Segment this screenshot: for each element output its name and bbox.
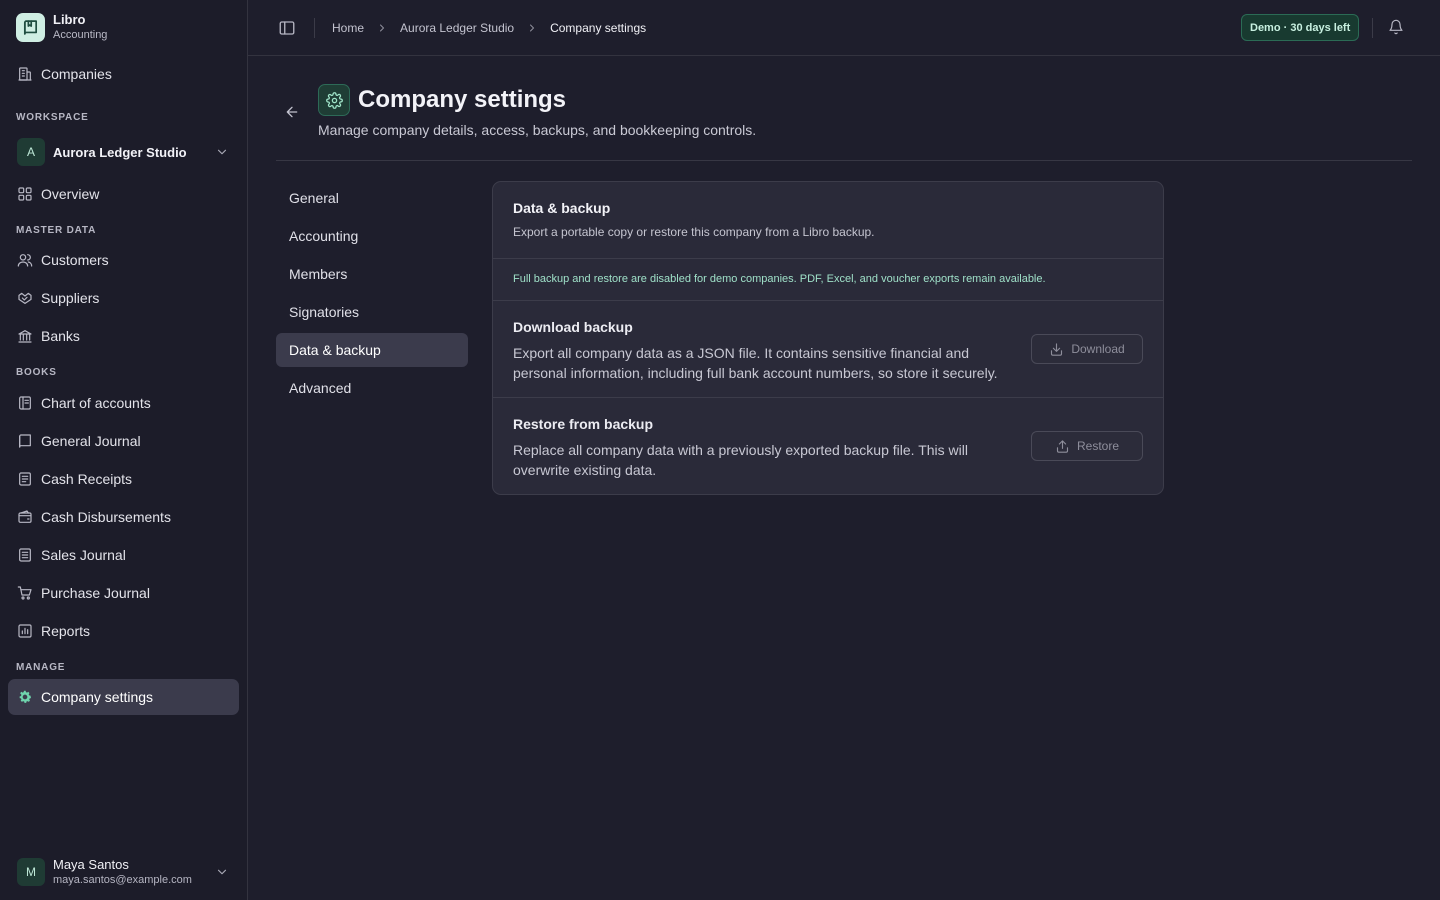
restore-button[interactable]: Restore (1031, 431, 1143, 461)
card-description: Export a portable copy or restore this c… (513, 225, 875, 239)
workspace-avatar: A (17, 138, 45, 166)
restore-backup-row: Restore from backup Replace all company … (493, 398, 1163, 494)
restore-backup-title: Restore from backup (513, 416, 654, 432)
gear-icon (17, 689, 33, 705)
card-title: Data & backup (513, 200, 611, 216)
demo-notice-text: Full backup and restore are disabled for… (513, 273, 1046, 285)
settings-tab-signatories[interactable]: Signatories (276, 295, 468, 329)
data-backup-card: Data & backup Export a portable copy or … (492, 181, 1164, 495)
settings-tab-advanced[interactable]: Advanced (276, 371, 468, 405)
page-subtitle: Manage company details, access, backups,… (318, 122, 757, 138)
sidebar-item-chart-of-accounts[interactable]: Chart of accounts (8, 385, 239, 421)
users-icon (17, 252, 33, 268)
sidebar-item-sales-journal[interactable]: Sales Journal (8, 537, 239, 573)
grid-icon (17, 186, 33, 202)
divider (1372, 18, 1373, 38)
sidebar-item-banks[interactable]: Banks (8, 318, 239, 354)
page-title: Company settings (358, 86, 567, 113)
bell-icon[interactable] (1388, 19, 1404, 35)
handshake-icon (17, 290, 33, 306)
building-icon (17, 66, 33, 82)
wallet-icon (17, 509, 33, 525)
upload-icon (1055, 439, 1070, 454)
download-backup-title: Download backup (513, 319, 633, 335)
section-label-master-data: MASTER DATA (16, 225, 97, 236)
sidebar-item-label: Suppliers (41, 290, 100, 306)
top-bar: Home Aurora Ledger Studio Company settin… (248, 0, 1440, 56)
user-name: Maya Santos (53, 857, 129, 872)
breadcrumb-home[interactable]: Home (332, 21, 364, 35)
brand[interactable]: Libro Accounting (16, 12, 107, 42)
settings-tab-members[interactable]: Members (276, 257, 468, 291)
section-label-manage: MANAGE (16, 662, 66, 673)
sidebar-item-label: Reports (41, 623, 91, 639)
back-arrow-icon[interactable] (284, 104, 300, 120)
restore-button-label: Restore (1076, 439, 1120, 453)
sidebar-toggle-icon[interactable] (278, 19, 296, 37)
sidebar-item-cash-receipts[interactable]: Cash Receipts (8, 461, 239, 497)
divider (276, 160, 1412, 161)
download-backup-description: Export all company data as a JSON file. … (513, 345, 998, 381)
user-email: maya.santos@example.com (53, 874, 192, 886)
sidebar-item-companies[interactable]: Companies (8, 56, 239, 92)
brand-subtitle: Accounting (53, 29, 108, 41)
list-icon (17, 547, 33, 563)
gear-icon (318, 84, 350, 116)
card-header: Data & backup Export a portable copy or … (493, 182, 1163, 259)
avatar: M (17, 858, 45, 886)
bar-chart-icon (17, 623, 33, 639)
demo-badge: Demo · 30 days left (1241, 14, 1360, 41)
sidebar-item-label: Company settings (41, 689, 154, 705)
bank-icon (17, 328, 33, 344)
chevron-right-icon (376, 22, 388, 34)
demo-notice: Full backup and restore are disabled for… (493, 259, 1163, 301)
download-icon (1049, 342, 1064, 357)
sidebar-item-label: Sales Journal (41, 547, 126, 563)
download-backup-row: Download backup Export all company data … (493, 301, 1163, 398)
breadcrumb: Home Aurora Ledger Studio Company settin… (332, 18, 646, 38)
sidebar-item-reports[interactable]: Reports (8, 613, 239, 649)
receipt-icon (17, 471, 33, 487)
chevron-down-icon (215, 865, 229, 879)
sidebar-item-company-settings[interactable]: Company settings (8, 679, 239, 715)
download-button-label: Download (1071, 342, 1125, 356)
user-menu[interactable]: M Maya Santos maya.santos@example.com (8, 852, 239, 892)
sidebar-item-customers[interactable]: Customers (8, 242, 239, 278)
sidebar-item-cash-disbursements[interactable]: Cash Disbursements (8, 499, 239, 535)
sidebar-item-suppliers[interactable]: Suppliers (8, 280, 239, 316)
brand-name: Libro (53, 12, 86, 27)
restore-backup-description: Replace all company data with a previous… (513, 442, 968, 478)
sidebar-item-label: General Journal (41, 433, 141, 449)
sidebar: Libro Accounting Companies WORKSPACE A A… (0, 0, 248, 900)
workspace-name: Aurora Ledger Studio (53, 144, 187, 160)
settings-tab-accounting[interactable]: Accounting (276, 219, 468, 253)
section-label-workspace: WORKSPACE (16, 112, 89, 123)
download-button[interactable]: Download (1031, 334, 1143, 364)
chevron-down-icon (215, 145, 229, 159)
sidebar-item-general-journal[interactable]: General Journal (8, 423, 239, 459)
sidebar-item-purchase-journal[interactable]: Purchase Journal (8, 575, 239, 611)
breadcrumb-company[interactable]: Aurora Ledger Studio (400, 21, 514, 35)
sidebar-item-label: Banks (41, 328, 80, 344)
breadcrumb-current: Company settings (550, 21, 647, 35)
cart-icon (17, 585, 33, 601)
sidebar-item-overview[interactable]: Overview (8, 176, 239, 212)
settings-tab-general[interactable]: General (276, 181, 468, 215)
divider (314, 18, 315, 38)
sidebar-item-label: Overview (41, 186, 100, 202)
sidebar-item-label: Cash Disbursements (41, 509, 171, 525)
book-icon (16, 12, 45, 42)
book-icon (17, 433, 33, 449)
sidebar-item-label: Customers (41, 252, 109, 268)
book-open-icon (17, 395, 33, 411)
sidebar-item-label: Chart of accounts (41, 395, 151, 411)
sidebar-item-label: Companies (41, 66, 112, 82)
chevron-right-icon (526, 22, 538, 34)
sidebar-item-label: Purchase Journal (41, 585, 150, 601)
settings-tab-data-backup[interactable]: Data & backup (276, 333, 468, 367)
sidebar-item-label: Cash Receipts (41, 471, 133, 487)
workspace-switcher[interactable]: A Aurora Ledger Studio (8, 134, 239, 170)
section-label-books: BOOKS (16, 367, 57, 378)
